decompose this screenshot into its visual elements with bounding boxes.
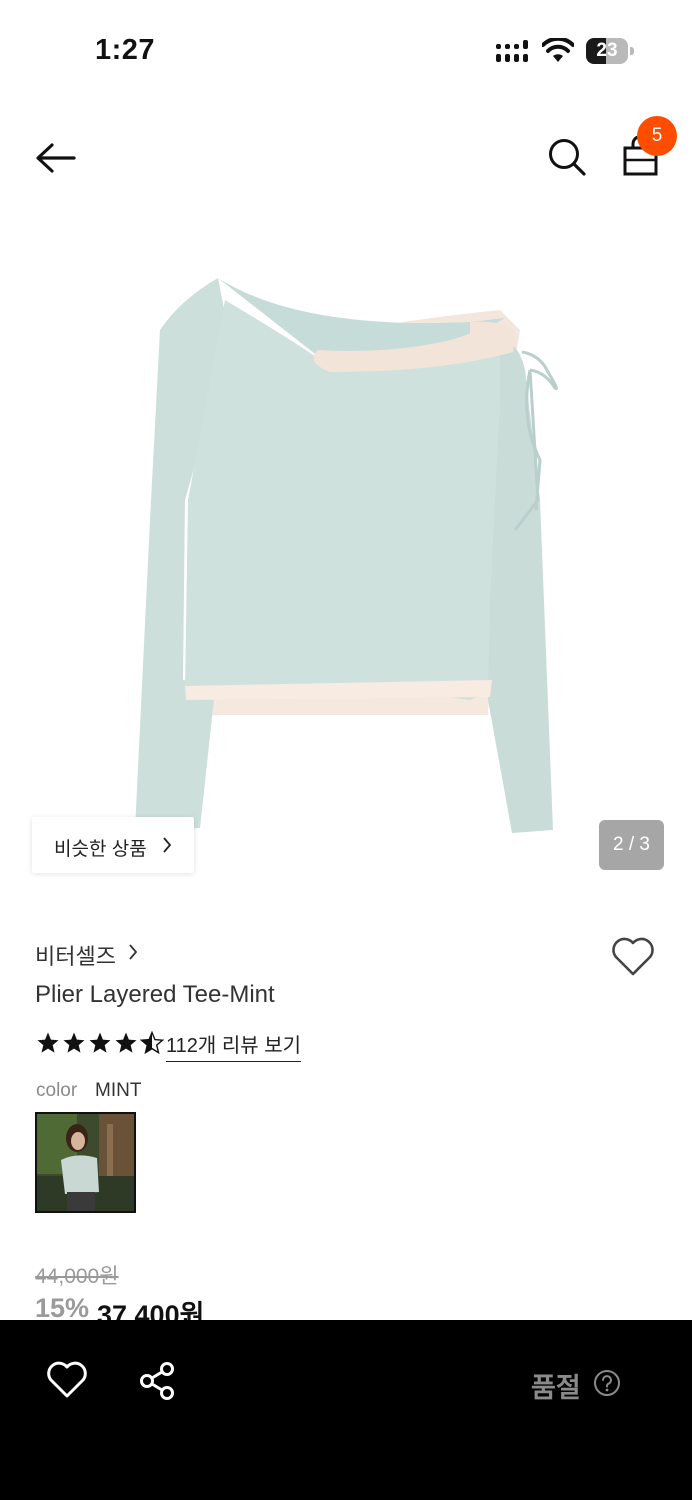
color-label: color bbox=[36, 1080, 78, 1101]
signal-icon bbox=[496, 40, 528, 62]
heart-outline-icon[interactable] bbox=[46, 1361, 88, 1399]
similar-products-button[interactable]: 비슷한 상품 bbox=[32, 817, 194, 873]
bottom-action-bar bbox=[0, 1320, 692, 1500]
battery-level: 23 bbox=[596, 40, 618, 61]
status-time: 1:27 bbox=[95, 34, 156, 66]
color-value: MINT bbox=[95, 1080, 142, 1101]
star-filled-icon bbox=[63, 1032, 85, 1053]
battery-indicator: 23 bbox=[586, 38, 634, 64]
question-circle-icon[interactable] bbox=[593, 1369, 621, 1397]
product-image[interactable] bbox=[0, 220, 692, 900]
arrow-left-icon[interactable] bbox=[32, 138, 80, 178]
review-link[interactable]: 112개 리뷰 보기 bbox=[166, 1029, 301, 1062]
heart-outline-icon[interactable] bbox=[610, 936, 656, 978]
product-title: Plier Layered Tee-Mint bbox=[35, 981, 275, 1008]
similar-products-label: 비슷한 상품 bbox=[54, 839, 147, 860]
star-filled-icon bbox=[115, 1032, 137, 1053]
star-filled-icon bbox=[89, 1032, 111, 1053]
star-filled-icon bbox=[37, 1032, 59, 1053]
wifi-icon bbox=[542, 38, 574, 62]
cart-count-badge: 5 bbox=[637, 116, 677, 156]
swatch-photo bbox=[37, 1114, 134, 1211]
gallery-page-indicator: 2 / 3 bbox=[599, 820, 664, 870]
star-half-icon bbox=[140, 1031, 164, 1055]
chevron-right-icon bbox=[163, 837, 172, 853]
soldout-status: 품절 bbox=[531, 1373, 581, 1403]
rating-stars bbox=[36, 1031, 164, 1055]
original-price: 44,000원 bbox=[35, 1265, 119, 1288]
search-icon[interactable] bbox=[546, 136, 588, 178]
brand-link[interactable]: 비터셀즈 bbox=[35, 939, 116, 971]
share-icon[interactable] bbox=[138, 1361, 178, 1401]
color-swatch-thumbnail[interactable] bbox=[35, 1112, 136, 1213]
chevron-right-icon[interactable] bbox=[128, 944, 138, 960]
